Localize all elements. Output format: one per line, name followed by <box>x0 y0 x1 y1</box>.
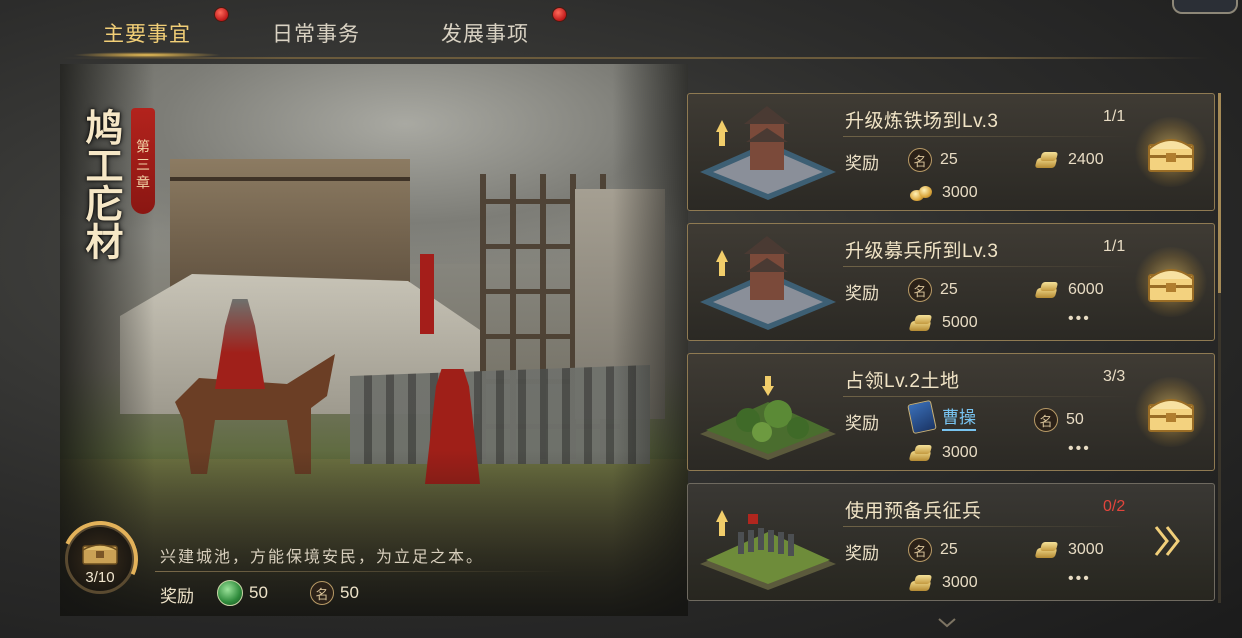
quest-count: 0/2 <box>1103 498 1126 515</box>
quest-reward: 2400 <box>1034 147 1104 173</box>
reward-amount: 5000 <box>942 314 978 331</box>
reward-amount: 25 <box>940 151 958 168</box>
reward-amount: 3000 <box>1068 541 1104 558</box>
quest-reward-label: 奖励 <box>845 414 879 433</box>
chapter-progress: 3/10 <box>85 569 115 586</box>
land-tile-icon <box>700 376 836 460</box>
quest-reward-label: 奖励 <box>845 284 879 303</box>
hero-card-icon <box>907 399 937 435</box>
notification-dot <box>214 7 229 22</box>
reward-amount: 25 <box>940 281 958 298</box>
notification-dot <box>552 7 567 22</box>
treasure-chest-icon <box>82 544 118 565</box>
ming-icon: 名 <box>310 581 334 605</box>
jade-icon <box>217 580 243 606</box>
chapter-reward-jade: 50 <box>217 580 268 606</box>
ming-icon: 名 <box>1034 408 1058 432</box>
reward-amount: 3000 <box>942 444 978 461</box>
tab-divider <box>60 57 1210 59</box>
quest-title: 使用预备兵征兵 <box>845 501 982 522</box>
ming-icon: 名 <box>908 148 932 172</box>
quest-title: 升级炼铁场到Lv.3 <box>845 111 999 132</box>
claim-reward-button[interactable] <box>1133 247 1209 317</box>
quest-reward: 5000 <box>908 310 978 336</box>
quest-list-scrollbar[interactable] <box>1218 93 1221 603</box>
treasure-chest-icon <box>1148 399 1194 432</box>
more-rewards-indicator[interactable]: ••• <box>1068 310 1091 328</box>
divider <box>155 571 565 572</box>
treasure-chest-icon <box>1148 269 1194 302</box>
divider <box>843 396 1128 397</box>
quest-reward: 名 25 <box>908 537 958 563</box>
quest-card: 升级炼铁场到Lv.3 1/1 奖励 名 25 2400 3000 <box>687 93 1215 211</box>
reward-amount: 2400 <box>1068 151 1104 168</box>
quest-count: 1/1 <box>1103 238 1126 255</box>
chapter-title: 鸠工庀材 <box>79 108 124 260</box>
quest-reward-hero[interactable]: 曹操 <box>907 399 976 435</box>
chapter-number-tag: 第三章 <box>131 108 155 214</box>
quest-count: 1/1 <box>1103 108 1126 125</box>
claim-reward-button[interactable] <box>1133 377 1209 447</box>
treasure-chest-icon <box>1148 139 1194 172</box>
troops-tile-icon <box>700 510 836 590</box>
divider <box>843 136 1128 137</box>
gold-ingot-icon <box>1034 150 1060 170</box>
reward-amount: 3000 <box>942 574 978 591</box>
quest-count: 3/3 <box>1103 368 1126 385</box>
more-rewards-indicator[interactable]: ••• <box>1068 570 1091 588</box>
gold-nugget-icon <box>908 183 934 203</box>
divider <box>843 526 1128 527</box>
quest-reward-label: 奖励 <box>845 154 879 173</box>
quest-title: 升级募兵所到Lv.3 <box>845 241 999 262</box>
go-arrow-button[interactable] <box>1153 524 1183 567</box>
scrollbar-thumb[interactable] <box>1218 93 1221 293</box>
tab-development[interactable]: 发展事项 <box>441 18 529 48</box>
quest-reward: 名 50 <box>1034 407 1084 433</box>
chapter-reward-ming: 名 50 <box>310 580 359 606</box>
quest-reward: 3000 <box>908 440 978 466</box>
quest-reward: 名 25 <box>908 277 958 303</box>
ming-icon: 名 <box>908 538 932 562</box>
gold-ingot-icon <box>908 313 934 333</box>
quest-card: 占领Lv.2土地 3/3 奖励 曹操 名 50 3000 ••• <box>687 353 1215 471</box>
chevron-down-icon <box>938 618 956 628</box>
gold-ingot-icon <box>1034 540 1060 560</box>
gold-ingot-icon <box>1034 280 1060 300</box>
reward-amount: 6000 <box>1068 281 1104 298</box>
tab-main-affairs[interactable]: 主要事宜 <box>103 18 191 48</box>
active-tab-indicator <box>72 52 222 58</box>
reward-amount: 50 <box>249 583 268 602</box>
smelter-building-icon <box>700 106 836 200</box>
tab-daily-affairs[interactable]: 日常事务 <box>272 18 360 48</box>
quest-reward: 3000 <box>1034 537 1104 563</box>
quest-title: 占领Lv.2土地 <box>845 371 960 392</box>
hero-name-link[interactable]: 曹操 <box>942 403 976 431</box>
corner-menu-button[interactable] <box>1172 0 1238 14</box>
divider <box>843 266 1128 267</box>
double-chevron-right-icon <box>1154 526 1180 556</box>
tab-bar: 主要事宜 日常事务 发展事项 <box>0 0 1242 60</box>
quest-reward: 6000 <box>1034 277 1104 303</box>
quest-card: 升级募兵所到Lv.3 1/1 奖励 名 25 6000 5000 ••• <box>687 223 1215 341</box>
gold-ingot-icon <box>908 443 934 463</box>
chapter-reward-label: 奖励 <box>160 587 194 606</box>
quest-reward: 名 25 <box>908 147 958 173</box>
quest-reward: 3000 <box>908 570 978 596</box>
ming-icon: 名 <box>908 278 932 302</box>
quest-card: 使用预备兵征兵 0/2 奖励 名 25 3000 3000 ••• <box>687 483 1215 601</box>
reward-amount: 50 <box>1066 411 1084 428</box>
quest-reward: 3000 <box>908 180 978 206</box>
gold-ingot-icon <box>908 573 934 593</box>
reward-amount: 3000 <box>942 184 978 201</box>
claim-reward-button[interactable] <box>1133 117 1209 187</box>
more-rewards-indicator[interactable]: ••• <box>1068 440 1091 458</box>
recruitment-building-icon <box>700 236 836 330</box>
reward-amount: 25 <box>940 541 958 558</box>
reward-amount: 50 <box>340 583 359 602</box>
chapter-description: 兴建城池，方能保境安民，为立足之本。 <box>160 547 485 566</box>
quest-reward-label: 奖励 <box>845 544 879 563</box>
